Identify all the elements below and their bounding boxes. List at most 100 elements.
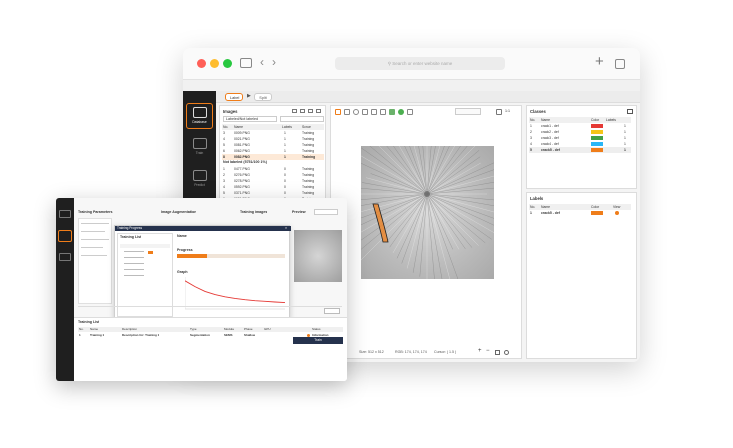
predict-icon [192,170,207,181]
training-list-box: Training List [117,233,173,317]
label-row[interactable]: 1 crack5 - def [529,210,631,216]
images-panel-title: Images [223,109,238,114]
run-phase: Shallow [244,333,256,337]
polygon-tool-icon[interactable] [362,109,368,115]
canvas-statusbar: Size: 512 x 512 RGB: 174, 174, 174 Curso… [333,348,521,358]
training-sidebar [56,198,74,381]
reset-icon[interactable] [504,350,509,355]
footer-table-header: No. Name Description Type Modula Phase G… [78,327,343,332]
fill-tool-icon[interactable] [389,109,395,115]
fullscreen-icon[interactable] [495,350,500,355]
dialog-titlebar: Training Progress × [115,226,291,231]
label-color-swatch[interactable] [591,211,603,215]
sidebar-item-train[interactable]: Train [186,135,213,161]
brush-tool-icon[interactable] [344,109,350,115]
class-no: 5 [530,148,532,152]
drawing-toolbar: 1:1 [333,108,521,117]
play-icon[interactable]: ▶ [247,93,251,99]
class-color-swatch[interactable] [591,148,603,152]
training-parameters-title: Training Parameters [78,210,113,214]
column-header: Name [90,327,99,331]
run-description: Description for: Training 1 [122,333,160,337]
active-run-badge [148,251,153,254]
class-labels: 1 [624,148,626,152]
close-icon[interactable]: × [285,226,287,231]
delete-icon[interactable] [316,109,321,113]
zoom-in-icon[interactable]: + [478,348,482,354]
forward-icon[interactable]: › [272,55,276,69]
sidebar-item-database[interactable]: Database [186,103,213,129]
class-color-swatch[interactable] [591,130,603,134]
ellipse-tool-icon[interactable] [353,109,359,115]
class-color-swatch[interactable] [591,136,603,140]
new-tab-icon[interactable]: + [595,53,604,70]
preview-select[interactable] [314,209,338,215]
maximize-window-button[interactable] [223,59,232,68]
train-icon[interactable] [58,230,72,242]
classes-panel: Classes No. Name Color Labels 1 crack1 - … [526,105,637,189]
database-icon [192,107,207,118]
eraser-tool-icon[interactable] [380,109,386,115]
graph-label: Graph [177,270,188,274]
class-row[interactable]: 5 crack5 - def 1 [529,147,631,153]
fit-screen-icon[interactable] [496,109,502,115]
progress-bar [177,254,285,258]
parameters-list [78,218,112,304]
edit-icon[interactable] [627,109,633,114]
minimize-window-button[interactable] [210,59,219,68]
class-name: crack5 - def [541,148,560,152]
predict-icon[interactable] [59,253,71,261]
column-header: Status [312,327,321,331]
select-tool-icon[interactable] [335,109,341,115]
url-placeholder: Search or enter website name [392,61,453,66]
image-labels: 1 [284,155,286,159]
close-window-button[interactable] [197,59,206,68]
tab-split[interactable]: Split [254,93,272,101]
magic-tool-icon[interactable] [398,109,404,115]
zoom-out-icon[interactable]: − [486,348,490,354]
zoom-input[interactable] [455,108,481,115]
column-header: GPU [264,327,271,331]
sidebar-item-predict[interactable]: Predict [186,167,213,193]
sidebar-toggle-icon[interactable] [240,58,252,68]
visibility-icon[interactable] [615,211,619,215]
training-images-title: Training images [240,210,268,214]
save-button[interactable] [324,308,340,314]
tab-label[interactable]: Label [225,93,243,101]
zoom-ratio[interactable]: 1:1 [505,109,510,114]
column-header: Modula [224,327,234,331]
train-button[interactable]: Train [293,337,343,344]
label-no: 1 [530,211,532,215]
footer-training-list: Training List No. Name Description Type … [74,317,347,381]
tabs-overview-icon[interactable] [615,59,625,69]
canvas-panel: 1:1 Size: 512 x 512 RGB: 174, 174, 174 C… [330,105,522,359]
class-color-swatch[interactable] [591,142,603,146]
image-search-input[interactable] [280,116,324,122]
dialog-title: Training Progress [117,226,143,230]
mode-tabs: Label ▶ Split [216,91,640,103]
filter-select[interactable]: Labeled/Not labeled [223,116,277,122]
footer-title: Training List [78,320,100,324]
name-label: Name [177,234,187,238]
labels-panel-title: Labels [530,196,544,201]
column-header: Description [122,327,138,331]
label-name: crack5 - def [541,211,560,215]
list-view-icon[interactable] [308,109,313,113]
xray-image[interactable] [361,146,494,279]
database-icon[interactable] [59,210,71,218]
grid-view-icon[interactable] [300,109,305,113]
class-color-swatch[interactable] [591,124,603,128]
column-header: Phase [244,327,253,331]
url-bar[interactable]: ⚲ Search or enter website name [335,57,505,70]
image-scrue: Training [302,155,316,159]
line-tool-icon[interactable] [371,109,377,115]
crack-annotation[interactable] [361,146,494,279]
preview-title: Preview [292,210,306,214]
back-icon[interactable]: ‹ [260,55,264,69]
training-progress-dialog: Training Progress × Training List Name P… [114,225,291,319]
run-type: Segmentation [190,333,210,337]
image-view-icon[interactable] [292,109,297,113]
not-labeled-header[interactable]: Not labeled (5751/100 1%) [223,160,267,165]
settings-tool-icon[interactable] [407,109,413,115]
training-window: Training Parameters Image Augmentation T… [56,198,347,381]
